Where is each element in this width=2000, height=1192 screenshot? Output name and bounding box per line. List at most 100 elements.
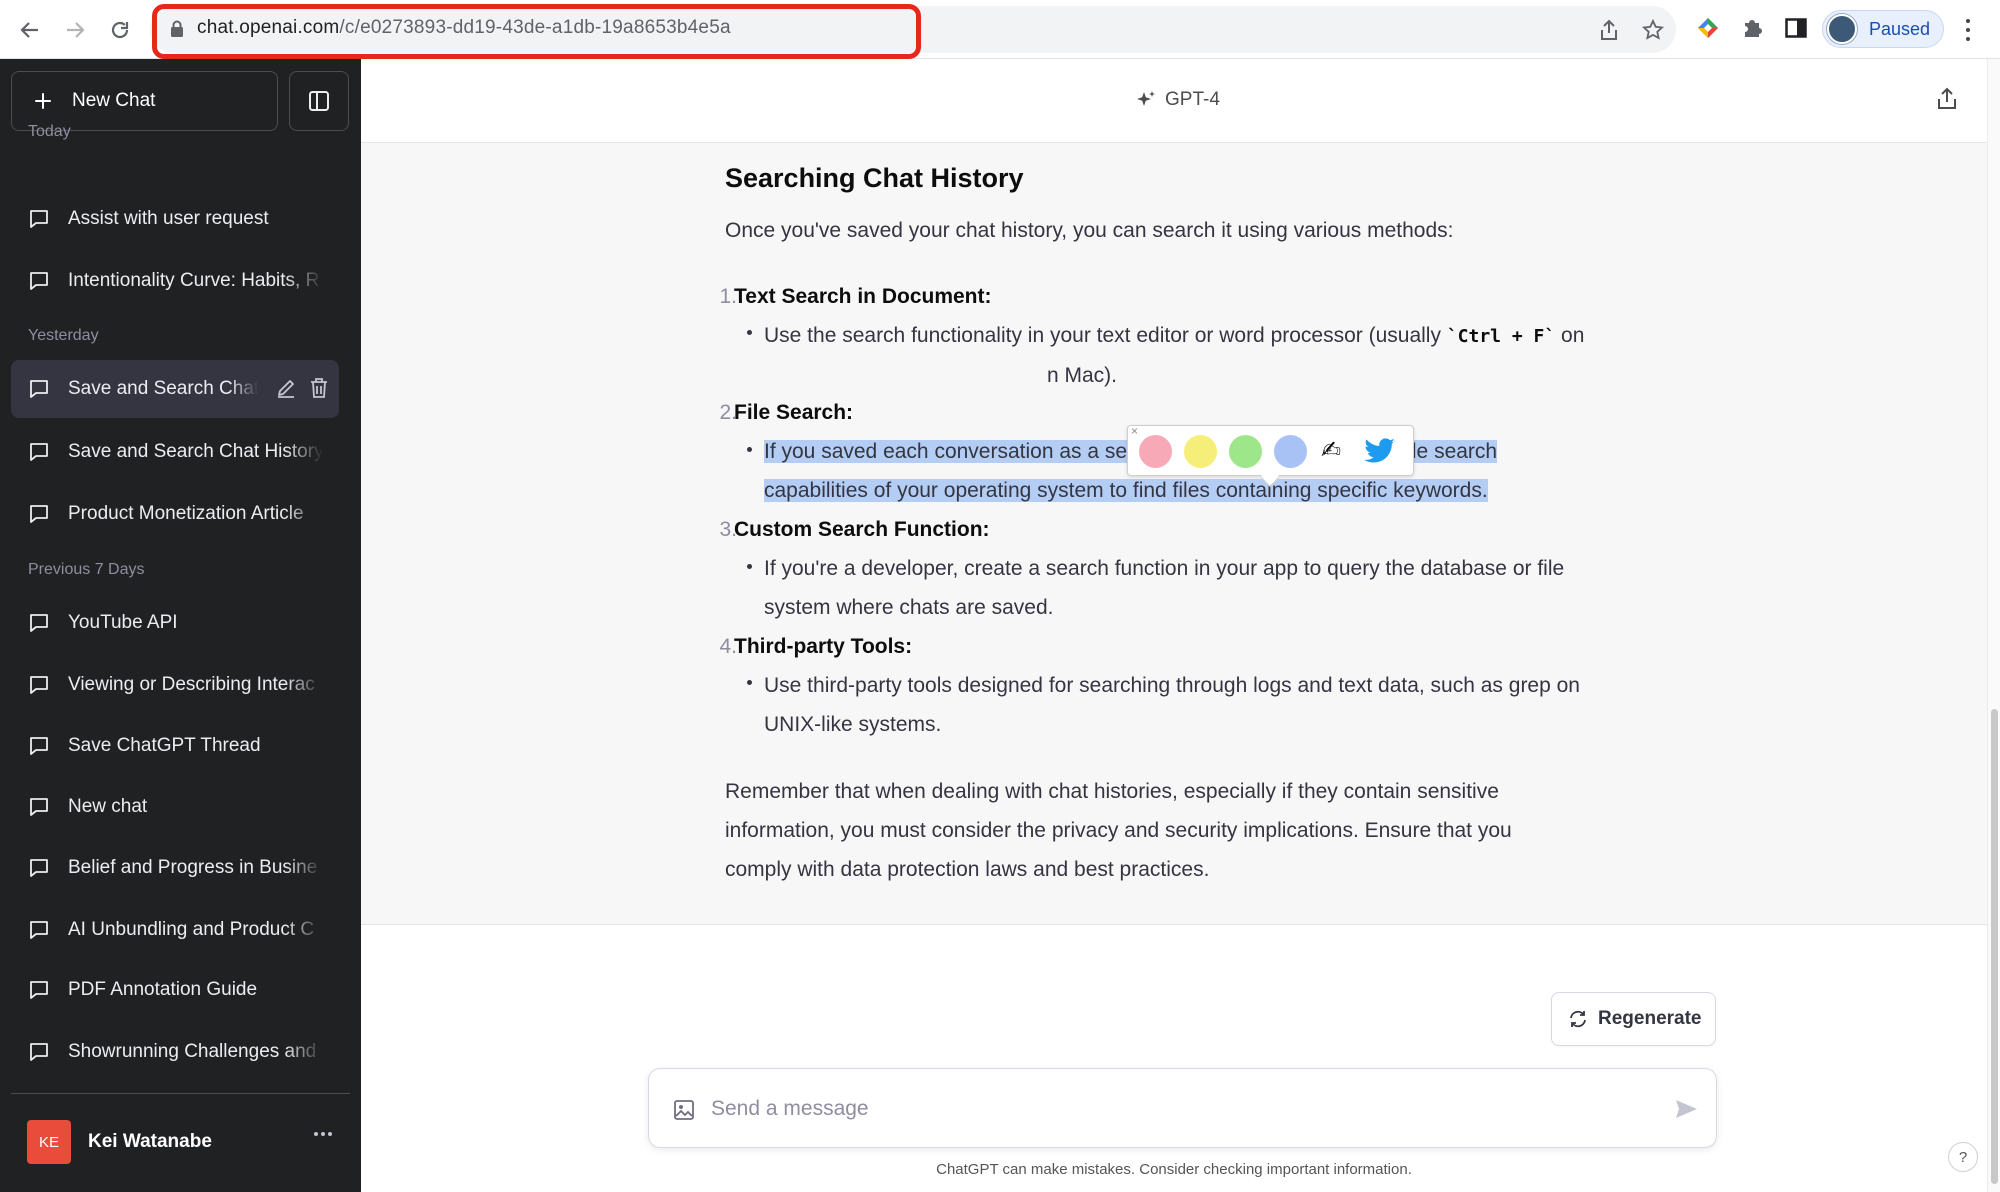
highlight-popup: × ✍ [1127, 424, 1414, 487]
scrollbar-thumb[interactable] [1991, 709, 1998, 1184]
chat-item[interactable]: AI Unbundling and Product C [11, 901, 339, 959]
image-upload-icon[interactable] [673, 1099, 695, 1121]
list-item-title: File Search: [734, 401, 854, 424]
profile-status: Paused [1869, 18, 1931, 39]
list-item-text: capabilities of your operating system to… [764, 479, 1488, 503]
selected-text: capabilities of your operating system to… [764, 479, 1488, 502]
chat-bubble-icon [30, 505, 48, 523]
extension-diamond-icon[interactable] [1695, 15, 1721, 41]
chat-item[interactable]: Viewing or Describing Interac [11, 656, 339, 714]
avatar: KE [27, 1120, 71, 1164]
chat-item-title: AI Unbundling and Product C [68, 919, 315, 940]
chat-bubble-icon [30, 1043, 48, 1061]
chat-item[interactable]: Save and Search Chat History [11, 423, 339, 481]
response-heading: Searching Chat History [725, 163, 1024, 193]
chat-item[interactable]: Assist with user request [11, 190, 339, 248]
list-item-text: UNIX-like systems. [764, 713, 942, 736]
bullet [747, 330, 752, 335]
list-item-title: Text Search in Document: [734, 285, 992, 308]
plus-icon [32, 90, 54, 112]
chat-item[interactable]: Save ChatGPT Thread [11, 717, 339, 775]
model-header: GPT-4 [361, 59, 1987, 143]
chat-item[interactable]: Intentionality Curve: Habits, R [11, 252, 339, 310]
chat-bubble-icon [30, 210, 48, 228]
bullet [747, 447, 752, 452]
new-chat-button[interactable]: New Chat [11, 71, 278, 131]
disclaimer-text: ChatGPT can make mistakes. Consider chec… [936, 1161, 1412, 1178]
list-number: 3. [719, 518, 737, 541]
assistant-message: Searching Chat History Once you've saved… [361, 143, 1987, 925]
chat-item-title: Product Monetization Article [68, 503, 304, 524]
chat-bubble-icon [30, 737, 48, 755]
sidebar-toggle-icon [309, 91, 329, 111]
section-label-today: Today [28, 123, 71, 140]
bookmark-star-icon[interactable] [1641, 18, 1665, 42]
twitter-icon[interactable] [1364, 438, 1396, 469]
regenerate-button[interactable]: Regenerate [1551, 992, 1716, 1046]
model-name: GPT-4 [1165, 89, 1220, 110]
chat-bubble-icon [30, 272, 48, 290]
closing-paragraph-line: comply with data protection laws and bes… [725, 858, 1210, 881]
profile-avatar [1827, 14, 1857, 44]
highlight-color-yellow[interactable] [1184, 435, 1217, 468]
closing-paragraph-line: information, you must consider the priva… [725, 819, 1512, 842]
profile-button[interactable]: Paused [1822, 10, 1944, 48]
chat-bubble-icon [30, 798, 48, 816]
chat-bubble-icon [30, 443, 48, 461]
side-panel-icon[interactable] [1783, 15, 1809, 41]
user-menu-button[interactable]: KE Kei Watanabe [11, 1110, 350, 1174]
chat-item-title: PDF Annotation Guide [68, 979, 258, 1000]
forward-icon[interactable] [57, 12, 93, 48]
response-intro: Once you've saved your chat history, you… [725, 219, 1454, 242]
chat-item-active[interactable]: Save and Search Chat [11, 360, 339, 418]
user-name: Kei Watanabe [88, 1131, 212, 1152]
chat-item[interactable]: New chat [11, 778, 339, 836]
browser-toolbar: chat.openai.com/c/e0273893-dd19-43de-a1d… [0, 0, 2000, 59]
list-item-title: Third-party Tools: [734, 635, 913, 658]
list-item-title: Custom Search Function: [734, 518, 990, 541]
send-icon[interactable] [1674, 1097, 1698, 1121]
chat-item-title: Showrunning Challenges and [68, 1041, 317, 1062]
closing-paragraph-line: Remember that when dealing with chat his… [725, 780, 1499, 803]
message-composer [648, 1068, 1717, 1148]
chat-bubble-icon [30, 380, 48, 398]
annotate-pen-icon[interactable]: ✍ [1321, 436, 1341, 465]
chat-item[interactable]: PDF Annotation Guide [11, 961, 339, 1019]
main-panel: GPT-4 Searching Chat History Once you've… [361, 59, 1987, 1192]
list-item-text: n Mac). [1047, 364, 1118, 387]
back-icon[interactable] [12, 12, 48, 48]
chat-item[interactable]: YouTube API [11, 594, 339, 652]
scrollbar[interactable] [1987, 59, 2000, 1192]
message-input[interactable] [711, 1089, 1611, 1129]
highlight-color-blue[interactable] [1274, 435, 1307, 468]
chat-item[interactable]: Belief and Progress in Busine [11, 839, 339, 897]
bullet [747, 680, 752, 685]
chat-item-title: Save and Search Chat History [68, 441, 323, 462]
chat-item[interactable]: Showrunning Challenges and [11, 1023, 339, 1081]
chat-item[interactable]: Product Monetization Article [11, 485, 339, 543]
edit-icon[interactable] [275, 377, 297, 399]
bullet [747, 564, 752, 569]
url-highlight-annotation [152, 4, 921, 59]
close-sidebar-button[interactable] [289, 71, 349, 131]
inline-code: `Ctrl + F` [1446, 326, 1556, 347]
reload-icon[interactable] [102, 12, 138, 48]
delete-icon[interactable] [309, 377, 329, 399]
share-icon[interactable] [1936, 86, 1958, 115]
close-popup-icon[interactable]: × [1131, 424, 1138, 438]
chat-item-title: Belief and Progress in Busine [68, 857, 318, 878]
extensions-puzzle-icon[interactable] [1739, 15, 1765, 41]
chat-item-title: Save and Search Chat [68, 378, 258, 399]
highlight-color-green[interactable] [1229, 435, 1262, 468]
chat-bubble-icon [30, 859, 48, 877]
list-item-text: Use third-party tools designed for searc… [764, 674, 1580, 697]
highlight-color-pink[interactable] [1139, 435, 1172, 468]
section-label-yesterday: Yesterday [28, 327, 99, 344]
model-selector[interactable]: GPT-4 [1135, 89, 1220, 111]
list-item-text: If you're a developer, create a search f… [764, 557, 1565, 580]
help-button[interactable]: ? [1948, 1142, 1978, 1172]
browser-menu-icon[interactable] [1960, 16, 1976, 44]
more-icon[interactable] [314, 1132, 332, 1136]
share-page-icon[interactable] [1597, 18, 1621, 42]
list-number: 1. [719, 285, 737, 308]
